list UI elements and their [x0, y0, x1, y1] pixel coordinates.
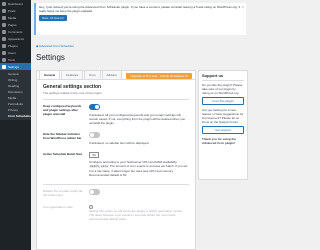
setting-label: Disable the crontab output file (for hos…: [43, 189, 83, 197]
sidebar-item-label: Dashboard: [8, 1, 23, 6]
support-box: Support us Do you like the plugin? Pleas…: [198, 70, 248, 180]
rate-plugin-button[interactable]: Sure, I'd love to!: [39, 15, 67, 21]
batch-size-input[interactable]: 50: [89, 152, 99, 158]
comments-icon: [2, 29, 6, 34]
setting-label: Hide the Sidebar indicator from WordPres…: [43, 132, 82, 140]
section-title: General settings section: [43, 84, 102, 90]
posts-icon: [2, 8, 6, 13]
upgrade-button[interactable]: Upgrade to Pro now · Unlock all features…: [126, 73, 192, 79]
sidebar-item-label: Users: [8, 50, 16, 55]
setting-label: Active Schedule Batch Size: [43, 152, 83, 156]
hide-sidebar-toggle[interactable]: [89, 132, 100, 138]
page-title: Settings: [36, 53, 65, 62]
setting-description: If activated, no sidebar item will be di…: [89, 141, 150, 145]
dismiss-notice-icon[interactable]: ×: [242, 5, 244, 9]
tab-addons[interactable]: Addons: [101, 70, 122, 79]
setting-help: batch_size The amount of cron events to …: [89, 164, 188, 177]
sidebar-item-label: Pages: [8, 22, 17, 27]
settings-panel: General Features Cron Addons Upgrade to …: [36, 70, 196, 250]
sidebar-item-label: Settings: [8, 64, 19, 69]
sidebar-item-comments[interactable]: Comments: [0, 28, 31, 35]
setting-row-batch-size: Active Schedule Batch Size 50 Configure …: [43, 152, 189, 177]
tab-general[interactable]: General: [39, 70, 61, 79]
setting-help: The delay between cron events in seconds…: [89, 213, 177, 222]
users-icon: [2, 50, 6, 55]
tab-features[interactable]: Features: [61, 70, 84, 79]
breadcrumb[interactable]: ◆ Advanced Cron Scheduler: [36, 44, 74, 48]
section-subtitle: The settings related to the core of the …: [43, 91, 102, 95]
support-title: Support us: [202, 74, 244, 81]
setting-description: If activated, all your configured keywor…: [89, 113, 186, 125]
divider: [43, 184, 189, 185]
sidebar-item-dashboard[interactable]: Dashboard: [0, 0, 31, 7]
admin-sidebar: Dashboard Posts Media Pages Comments Appearan…: [0, 0, 31, 250]
notice-text: Hey, I just noticed you're using the Adv…: [39, 5, 241, 13]
support-text: Are you looking for a new feature or hav…: [202, 108, 244, 124]
keep-settings-toggle[interactable]: [89, 104, 100, 110]
sidebar-item-pages[interactable]: Pages: [0, 21, 31, 28]
appearance-icon: [2, 36, 6, 41]
sidebar-item-media[interactable]: Media: [0, 14, 31, 21]
setting-row-keep-settings: Keep configured keywords and plugin sett…: [43, 104, 189, 125]
dashboard-icon: [2, 1, 6, 6]
tools-icon: [2, 57, 6, 62]
sidebar-item-label: Appearance: [8, 36, 25, 41]
code-snippet: batch_size: [89, 165, 110, 168]
settings-submenu: General Writing Reading Discussion Media Perm…: [0, 70, 31, 120]
settings-icon: [2, 64, 6, 69]
submenu-item-cron-schedules[interactable]: Cron Schedules: [0, 113, 31, 119]
setting-row-cron-mode: Cron generation mode Setting this option…: [43, 205, 189, 221]
setting-row-hide-sidebar: Hide the Sidebar indicator from WordPres…: [43, 132, 189, 145]
sidebar-item-plugins[interactable]: Plugins: [0, 42, 31, 49]
sidebar-item-label: Tools: [8, 57, 16, 62]
sidebar-item-posts[interactable]: Posts: [0, 7, 31, 14]
sidebar-item-label: Plugins: [8, 43, 18, 48]
sidebar-item-label: Comments: [8, 29, 23, 34]
setting-label: Cron generation mode: [43, 205, 73, 209]
sidebar-item-users[interactable]: Users: [0, 49, 31, 56]
sidebar-item-settings[interactable]: Settings: [0, 63, 31, 70]
sidebar-item-tools[interactable]: Tools: [0, 56, 31, 63]
sidebar-item-appearance[interactable]: Appearance: [0, 35, 31, 42]
sidebar-item-label: Posts: [8, 8, 16, 13]
support-thanks: Thank you for using the Advanced Cron pl…: [202, 137, 237, 145]
pages-icon: [2, 22, 6, 27]
rate-us-button[interactable]: I love this plugin!: [202, 97, 244, 105]
setting-row-crontab-output: Disable the crontab output file (for hos…: [43, 189, 189, 198]
crontab-output-toggle[interactable]: [89, 189, 100, 195]
tab-cron[interactable]: Cron: [84, 70, 101, 79]
sidebar-item-label: Media: [8, 15, 17, 20]
divider: [43, 99, 189, 100]
support-text: Do you like the plugin? Please take care…: [202, 83, 243, 95]
rating-notice: Hey, I just noticed you're using the Adv…: [34, 3, 246, 35]
get-support-button[interactable]: Get support: [202, 126, 244, 134]
setting-label: Keep configured keywords and plugin sett…: [43, 104, 82, 116]
plugins-icon: [2, 43, 6, 48]
media-icon: [2, 15, 6, 20]
